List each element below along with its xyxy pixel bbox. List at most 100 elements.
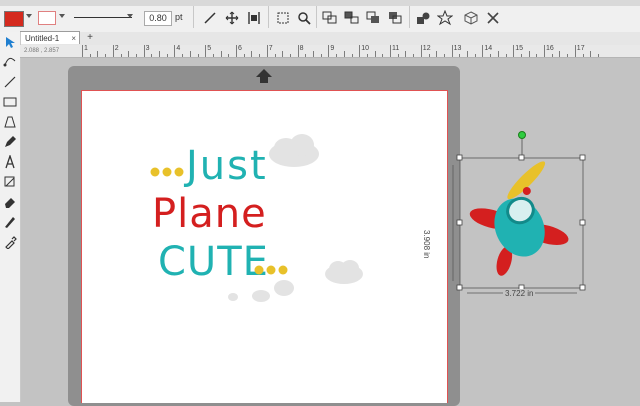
yellow-dots-left[interactable]	[150, 165, 186, 183]
width-dimension-label: 3.722 in	[503, 289, 536, 298]
move-icon[interactable]	[222, 8, 242, 28]
height-dimension-label: 3.908 in	[422, 230, 431, 259]
fill-color-swatch[interactable]	[4, 11, 24, 27]
select-arrow-icon[interactable]	[2, 34, 18, 50]
ruler-tick-label: 10	[361, 45, 369, 52]
rectangle-icon[interactable]	[2, 94, 18, 110]
polygon-icon[interactable]	[2, 114, 18, 130]
ruler-tick-label: 2	[114, 45, 119, 52]
ruler-minor-tick	[397, 54, 399, 57]
ruler-minor-tick	[228, 54, 230, 57]
ruler-major-tick	[482, 45, 484, 57]
star-icon[interactable]	[435, 8, 455, 28]
toolbar-separator	[316, 6, 317, 28]
design-text-just[interactable]: Just	[186, 144, 268, 188]
line-style-selector[interactable]	[74, 17, 132, 18]
airplane-graphic	[469, 161, 569, 276]
horizontal-ruler: 2.088 , 2.857 1 2 3 4 5 6 7 8 9 10 11 12 13 14 15 16 17	[20, 45, 640, 58]
ruler-minor-tick	[274, 54, 276, 57]
close-icon[interactable]	[483, 8, 503, 28]
edit-points-icon[interactable]	[2, 54, 18, 70]
line-tool-icon[interactable]	[200, 8, 220, 28]
ruler-major-tick	[297, 45, 299, 57]
design-text-plane[interactable]: Plane	[152, 192, 267, 236]
eyedropper-icon[interactable]	[2, 234, 18, 250]
toolbar-separator	[193, 6, 194, 28]
tab-untitled-1[interactable]: Untitled-1 ×	[20, 31, 80, 44]
ruler-minor-tick	[559, 51, 561, 57]
airplane-selection[interactable]	[445, 125, 605, 310]
line-color-swatch[interactable]	[38, 11, 56, 25]
ruler-minor-tick	[436, 51, 438, 57]
ruler-minor-tick	[567, 54, 569, 57]
group-icon[interactable]	[320, 8, 340, 28]
ruler-minor-tick	[590, 51, 592, 57]
ruler-tick-label: 13	[453, 45, 462, 52]
line-width-unit: pt	[175, 12, 183, 22]
ruler-minor-tick	[497, 51, 499, 57]
line-color-dropdown-icon[interactable]	[59, 14, 65, 18]
ruler-tick-label: 7	[268, 45, 273, 52]
ruler-major-tick	[390, 45, 391, 57]
shapes-icon[interactable]	[413, 8, 433, 28]
add-tab-button[interactable]: +	[84, 32, 96, 44]
line-style-dropdown-icon[interactable]	[127, 14, 133, 18]
ruler-major-tick	[451, 45, 453, 57]
align-icon[interactable]	[244, 8, 264, 28]
ruler-minor-tick	[182, 54, 184, 57]
ruler-major-tick	[82, 45, 83, 57]
ruler-minor-tick	[428, 54, 430, 57]
ruler-minor-tick	[467, 51, 468, 57]
yellow-dots-right[interactable]	[254, 263, 290, 281]
ruler-minor-tick	[243, 54, 245, 57]
ruler-minor-tick	[282, 51, 284, 57]
ruler-minor-tick	[551, 54, 553, 57]
ruler-minor-tick	[289, 54, 291, 57]
ruler-minor-tick	[536, 54, 538, 57]
ruler-tick-label: 11	[392, 45, 400, 52]
ruler-minor-tick	[320, 54, 322, 57]
eraser-icon[interactable]	[2, 194, 18, 210]
tab-close-icon[interactable]: ×	[71, 32, 76, 45]
text-tool-icon[interactable]	[2, 154, 18, 170]
bring-front-icon[interactable]	[364, 8, 384, 28]
toolbar-separator	[268, 6, 269, 28]
ruler-minor-tick	[159, 51, 160, 57]
select-inside-icon[interactable]	[273, 8, 293, 28]
ruler-minor-tick	[313, 51, 314, 57]
cloud-medium[interactable]	[323, 258, 365, 286]
ruler-minor-tick	[305, 54, 307, 57]
ruler-minor-tick	[97, 51, 99, 57]
ruler-minor-tick	[374, 51, 376, 57]
3d-cube-icon[interactable]	[461, 8, 481, 28]
line-width-input[interactable]: 0.80	[144, 11, 172, 26]
design-text-cute[interactable]: CUTE	[158, 240, 269, 284]
ruler-minor-tick	[597, 54, 599, 57]
ruler-minor-tick	[135, 54, 137, 57]
draw-line-icon[interactable]	[2, 74, 18, 90]
toolbar-right-area	[505, 6, 640, 32]
tab-label: Untitled-1	[25, 34, 60, 43]
ruler-major-tick	[328, 45, 330, 57]
ruler-minor-tick	[166, 54, 168, 57]
ruler-minor-tick	[151, 54, 153, 57]
knife-icon[interactable]	[2, 214, 18, 230]
ruler-tick-label: 12	[422, 45, 431, 52]
rotation-handle[interactable]	[518, 131, 526, 139]
ungroup-icon[interactable]	[342, 8, 362, 28]
send-back-icon[interactable]	[386, 8, 406, 28]
home-arrow-icon[interactable]	[255, 68, 273, 84]
ruler-minor-tick	[413, 54, 415, 57]
ruler-minor-tick	[105, 54, 107, 57]
zoom-icon[interactable]	[294, 8, 314, 28]
paint-icon[interactable]	[2, 174, 18, 190]
cursor-coordinates: 2.088 , 2.857	[24, 48, 60, 54]
ruler-tick-label: 16	[546, 45, 554, 52]
ruler-minor-tick	[474, 54, 476, 57]
pencil-icon[interactable]	[2, 134, 18, 150]
ruler-minor-tick	[582, 54, 584, 57]
fill-color-dropdown-icon[interactable]	[26, 14, 32, 18]
ruler-minor-tick	[220, 51, 222, 57]
ruler-major-tick	[174, 45, 176, 57]
cloud-large[interactable]	[266, 132, 322, 170]
